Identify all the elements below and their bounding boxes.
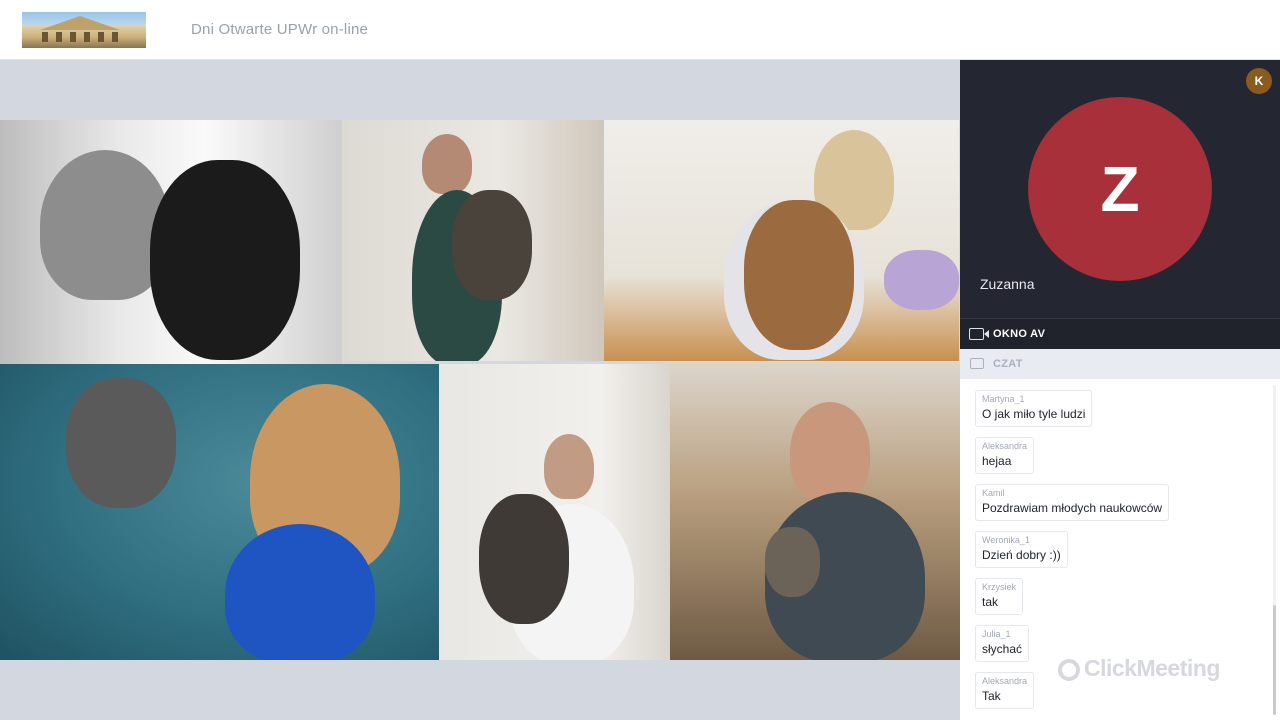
chat-label: CZAT bbox=[993, 358, 1023, 370]
brand-name: ClickMeeting bbox=[1084, 655, 1220, 681]
chat-message: Martyna_1 O jak miło tyle ludzi bbox=[975, 390, 1093, 427]
chat-text: Pozdrawiam młodych naukowców bbox=[982, 501, 1163, 515]
chat-message: Krzysiek tak bbox=[975, 578, 1024, 615]
chat-author: Krzysiek bbox=[982, 582, 1017, 592]
chat-text: tak bbox=[982, 595, 999, 609]
chat-author: Aleksandra bbox=[982, 441, 1028, 451]
av-window-label: OKNO AV bbox=[993, 328, 1046, 340]
chat-text: Tak bbox=[982, 689, 1001, 703]
event-logo bbox=[22, 12, 146, 48]
chat-scrollbar-thumb[interactable] bbox=[1273, 605, 1276, 715]
presentation-stage bbox=[0, 60, 960, 720]
clickmeeting-logo: ClickMeeting bbox=[1058, 655, 1258, 685]
photo-tile bbox=[0, 120, 342, 364]
av-window-header[interactable]: OKNO AV bbox=[960, 318, 1280, 349]
photo-tile bbox=[439, 364, 670, 660]
photo-tile bbox=[604, 120, 959, 361]
chat-text: słychać bbox=[982, 642, 1023, 656]
chat-author: Weronika_1 bbox=[982, 535, 1030, 545]
chat-header[interactable]: CZAT bbox=[960, 349, 1280, 379]
chat-text: O jak miło tyle ludzi bbox=[982, 407, 1086, 421]
av-window: K Z Zuzanna bbox=[960, 60, 1280, 318]
speaker-name: Zuzanna bbox=[980, 276, 1035, 292]
clickmeeting-icon bbox=[1058, 658, 1080, 681]
photo-tile bbox=[670, 362, 960, 660]
chat-message: Kamil Pozdrawiam młodych naukowców bbox=[975, 484, 1170, 521]
chat-message: Aleksandra hejaa bbox=[975, 437, 1035, 474]
top-bar: Dni Otwarte UPWr on-line bbox=[0, 0, 1280, 60]
chat-message: Weronika_1 Dzień dobry :)) bbox=[975, 531, 1068, 568]
chat-author: Kamil bbox=[982, 488, 1005, 498]
chat-text: hejaa bbox=[982, 454, 1012, 468]
user-badge[interactable]: K bbox=[1246, 68, 1272, 94]
chat-icon bbox=[970, 358, 984, 369]
chat-messages[interactable]: Martyna_1 O jak miło tyle ludzi Aleksand… bbox=[960, 379, 1280, 720]
photo-tile bbox=[0, 364, 439, 660]
chat-scrollbar[interactable] bbox=[1273, 385, 1276, 715]
right-panel: K Z Zuzanna OKNO AV CZAT Martyna_1 O jak… bbox=[960, 60, 1280, 720]
chat-author: Aleksandra bbox=[982, 676, 1028, 686]
photo-tile bbox=[342, 120, 604, 361]
chat-text: Dzień dobry :)) bbox=[982, 548, 1061, 562]
video-camera-icon bbox=[969, 328, 989, 340]
chat-message: Julia_1 słychać bbox=[975, 625, 1030, 662]
chat-author: Martyna_1 bbox=[982, 394, 1025, 404]
chat-author: Julia_1 bbox=[982, 629, 1011, 639]
chat-message: Aleksandra Tak bbox=[975, 672, 1035, 709]
speaker-avatar: Z bbox=[1028, 97, 1212, 281]
event-title: Dni Otwarte UPWr on-line bbox=[191, 21, 369, 38]
